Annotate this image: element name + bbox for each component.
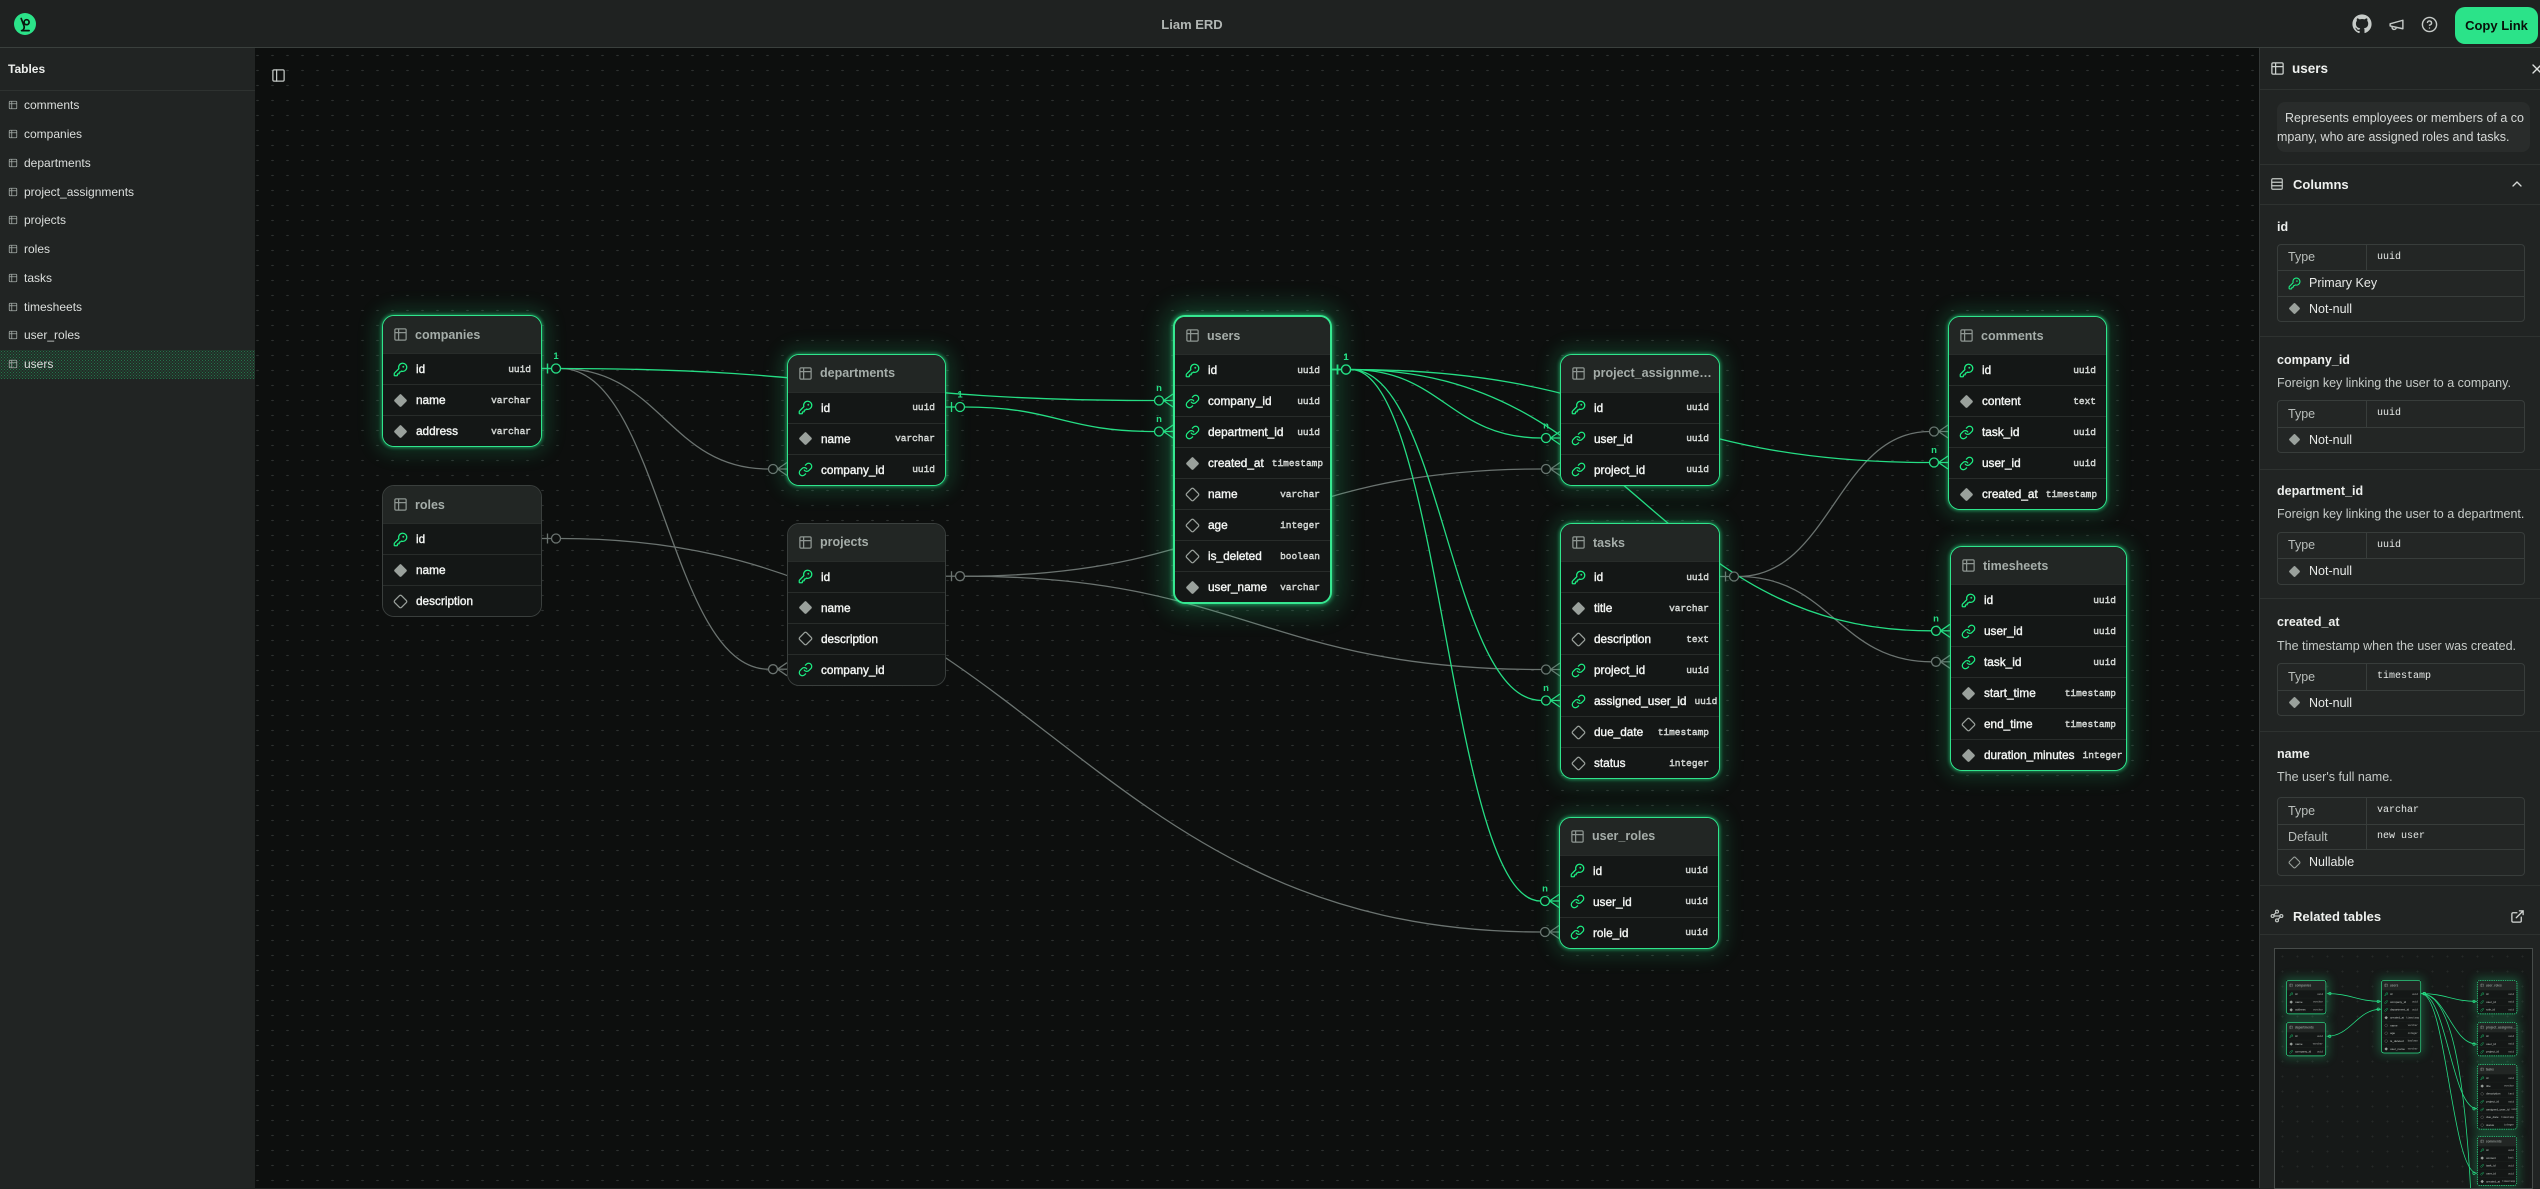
svg-text:n: n xyxy=(1156,383,1162,394)
svg-text:1: 1 xyxy=(1343,352,1349,363)
svg-text:n: n xyxy=(1542,884,1548,895)
svg-text:n: n xyxy=(1543,421,1549,432)
svg-text:n: n xyxy=(1933,613,1939,624)
svg-text:n: n xyxy=(1543,683,1549,694)
svg-text:n: n xyxy=(1156,414,1162,425)
svg-text:n: n xyxy=(1931,445,1937,456)
svg-text:1: 1 xyxy=(957,390,963,401)
svg-text:1: 1 xyxy=(553,351,559,362)
